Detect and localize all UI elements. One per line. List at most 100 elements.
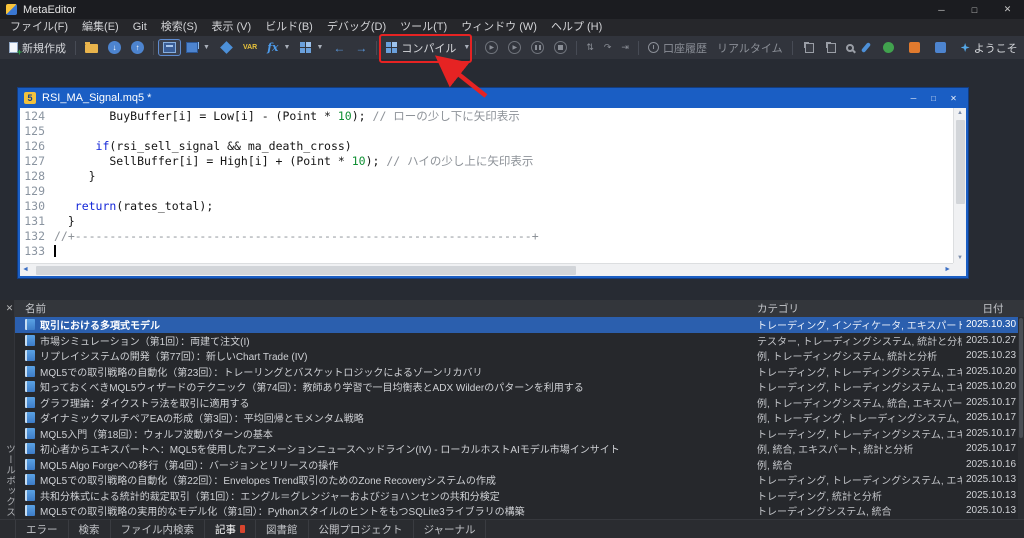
menu-item-search[interactable]: 検索(S) bbox=[154, 19, 205, 36]
compile-dropdown-icon[interactable]: ▼ bbox=[463, 44, 470, 51]
variables-icon: VAR bbox=[242, 44, 258, 51]
code-line: 128 } bbox=[20, 169, 953, 184]
tab-articles[interactable]: 記事 bbox=[205, 520, 256, 538]
editor-maximize-button[interactable]: □ bbox=[925, 91, 942, 105]
horizontal-scroll-thumb[interactable] bbox=[36, 266, 576, 275]
editor-vertical-scrollbar[interactable]: ▲ ▼ bbox=[953, 108, 966, 263]
menu-item-git[interactable]: Git bbox=[126, 19, 154, 36]
article-row[interactable]: 取引における多項式モデル トレーディング, インディケータ, エキスパート 2025… bbox=[15, 317, 1024, 333]
tab-search[interactable]: 検索 bbox=[69, 520, 111, 538]
article-name: 取引における多項式モデル bbox=[40, 321, 160, 333]
window-close-button[interactable]: ✕ bbox=[991, 0, 1024, 19]
article-name-cell: MQL5入門（第18回）：ウォルフ波動パターンの基本 bbox=[15, 426, 757, 441]
upload-button[interactable]: ↑ bbox=[127, 39, 148, 56]
scroll-up-icon[interactable]: ▲ bbox=[954, 108, 966, 118]
article-date: 2025.10.13 bbox=[966, 489, 1017, 501]
step-out-button[interactable]: ⇥ bbox=[617, 41, 633, 54]
article-row[interactable]: 市場シミュレーション（第1回）：両建て注文(I) テスター, トレーディングシステ… bbox=[15, 333, 1024, 349]
navigate-forward-button[interactable]: → bbox=[351, 40, 371, 56]
editor-minimize-button[interactable]: ─ bbox=[905, 91, 922, 105]
open-folder-icon bbox=[85, 42, 98, 53]
article-row[interactable]: リプレイシステムの開発（第77回）：新しいChart Trade (IV) 例, … bbox=[15, 348, 1024, 364]
window-maximize-button[interactable]: □ bbox=[958, 0, 991, 19]
scroll-down-icon[interactable]: ▼ bbox=[954, 253, 966, 263]
panel-close-icon[interactable]: ✕ bbox=[4, 303, 15, 314]
tab-library[interactable]: 図書館 bbox=[256, 520, 309, 538]
compile-button[interactable]: コンパイル bbox=[382, 38, 460, 58]
toggle-editor-view-button[interactable] bbox=[158, 39, 181, 56]
tab-errors[interactable]: エラー bbox=[15, 520, 69, 538]
article-list-header[interactable]: 名前 カテゴリ 日付 bbox=[15, 300, 1024, 317]
menu-item-file[interactable]: ファイル(F) bbox=[3, 19, 75, 36]
navigator-button[interactable] bbox=[216, 41, 237, 54]
article-row[interactable]: MQL5での取引戦略の自動化（第23回）：トレーリングとバスケットロジックによる… bbox=[15, 364, 1024, 380]
toolbox-side-label[interactable]: ツールボックス bbox=[2, 444, 16, 518]
menu-item-view[interactable]: 表示 (V) bbox=[204, 19, 258, 36]
article-row[interactable]: グラフ理論：ダイクストラ法を取引に適用する 例, トレーディングシステム, 統合,… bbox=[15, 395, 1024, 411]
stop-button[interactable] bbox=[550, 39, 571, 56]
navigate-back-button[interactable]: ← bbox=[329, 40, 349, 56]
menu-item-tools[interactable]: ツール(T) bbox=[393, 19, 454, 36]
article-row[interactable]: ダイナミックマルチペアEAの形成（第3回）：平均回帰とモメンタム戦略 例, トレー… bbox=[15, 410, 1024, 426]
toolbar-separator bbox=[475, 40, 477, 55]
debug-button[interactable]: ▶ bbox=[504, 39, 525, 56]
account-history-button[interactable]: 口座履歴 bbox=[644, 38, 711, 58]
scroll-left-icon[interactable]: ◄ bbox=[22, 264, 29, 276]
article-name-cell: リプレイシステムの開発（第77回）：新しいChart Trade (IV) bbox=[15, 348, 757, 363]
open-file-button[interactable] bbox=[81, 40, 102, 55]
list-scroll-thumb[interactable] bbox=[1019, 318, 1023, 438]
article-row[interactable]: MQL5での取引戦略の実用的なモデル化（第1回）：Pythonスタイルのヒントを… bbox=[15, 503, 1024, 519]
menu-bar: ファイル(F) 編集(E) Git 検索(S) 表示 (V) ビルド(B) デバッグ(D) ツ… bbox=[0, 19, 1024, 36]
column-header-name[interactable]: 名前 bbox=[15, 301, 757, 316]
line-number: 131 bbox=[24, 214, 45, 228]
magnifier-icon bbox=[845, 43, 854, 52]
article-row[interactable]: MQL5での取引戦略の自動化（第22回）：Envelopes Trend取引のた… bbox=[15, 472, 1024, 488]
scroll-right-icon[interactable]: ► bbox=[944, 264, 951, 276]
menu-item-window[interactable]: ウィンドウ (W) bbox=[454, 19, 544, 36]
vertical-scroll-thumb[interactable] bbox=[956, 120, 965, 204]
tab-label: ファイル内検索 bbox=[120, 523, 195, 536]
tab-search-in-files[interactable]: ファイル内検索 bbox=[111, 520, 205, 538]
menu-item-build[interactable]: ビルド(B) bbox=[258, 19, 320, 36]
community-button[interactable] bbox=[931, 40, 950, 55]
copy-button[interactable] bbox=[798, 41, 818, 55]
toolbar-separator bbox=[75, 40, 76, 55]
article-name: MQL5での取引戦略の自動化（第22回）：Envelopes Trend取引のた… bbox=[40, 476, 496, 488]
menu-item-edit[interactable]: 編集(E) bbox=[75, 19, 126, 36]
editor-horizontal-scrollbar[interactable]: ◄ ► bbox=[20, 263, 953, 276]
article-row[interactable]: MQL5 Algo Forgeへの移行（第4回）：バージョンとリリースの操作 例,… bbox=[15, 457, 1024, 473]
validate-button[interactable] bbox=[879, 40, 898, 55]
step-into-button[interactable]: ⇅ bbox=[582, 41, 598, 54]
save-button[interactable]: ↓ bbox=[104, 39, 125, 56]
article-row[interactable]: MQL5入門（第18回）：ウォルフ波動パターンの基本 トレーディング, トレーディ… bbox=[15, 426, 1024, 442]
editor-window-titlebar[interactable]: 5 RSI_MA_Signal.mq5 * ─ □ ✕ bbox=[18, 88, 968, 108]
chat-button[interactable] bbox=[905, 40, 924, 55]
list-scrollbar[interactable] bbox=[1018, 317, 1024, 519]
welcome-button[interactable]: ようこそ bbox=[957, 38, 1022, 58]
code-area[interactable]: 124 BuyBuffer[i] = Low[i] - (Point * 10)… bbox=[20, 108, 953, 263]
article-row[interactable]: 共和分株式による統計的裁定取引（第1回）：エングル＝グレンジャーおよびジョハンセ… bbox=[15, 488, 1024, 504]
duplicate-button[interactable] bbox=[820, 41, 840, 55]
tab-public-projects[interactable]: 公開プロジェクト bbox=[309, 520, 414, 538]
step-over-button[interactable]: ↷ bbox=[600, 41, 616, 54]
zoom-button[interactable] bbox=[842, 42, 858, 54]
article-category: 例, トレーディングシステム, 統合, エキスパート bbox=[757, 398, 962, 410]
column-header-category[interactable]: カテゴリ bbox=[757, 301, 962, 316]
variables-button[interactable]: VAR bbox=[239, 42, 261, 53]
menu-item-debug[interactable]: デバッグ(D) bbox=[320, 19, 393, 36]
editor-close-button[interactable]: ✕ bbox=[945, 91, 962, 105]
tab-journal[interactable]: ジャーナル bbox=[414, 520, 487, 538]
pin-button[interactable] bbox=[860, 40, 872, 55]
article-row[interactable]: 知っておくべきMQL5ウィザードのテクニック（第74回）：教師あり学習で一目均衡… bbox=[15, 379, 1024, 395]
snippets-dropdown-button[interactable]: ▼ bbox=[296, 40, 327, 55]
functions-dropdown-button[interactable]: fx ▼ bbox=[263, 40, 294, 55]
styles-dropdown-button[interactable]: ▼ bbox=[182, 40, 214, 55]
column-header-date[interactable]: 日付 bbox=[962, 301, 1024, 316]
menu-item-help[interactable]: ヘルプ (H) bbox=[544, 19, 609, 36]
realtime-button[interactable]: リアルタイム bbox=[713, 38, 787, 58]
window-minimize-button[interactable]: ─ bbox=[925, 0, 958, 19]
new-file-button[interactable]: 新規作成 bbox=[5, 38, 70, 58]
pause-button[interactable] bbox=[527, 39, 548, 56]
run-button[interactable]: ▶ bbox=[481, 39, 502, 56]
article-row[interactable]: 初心者からエキスパートへ：MQL5を使用したアニメーションニュースヘッドライン(… bbox=[15, 441, 1024, 457]
